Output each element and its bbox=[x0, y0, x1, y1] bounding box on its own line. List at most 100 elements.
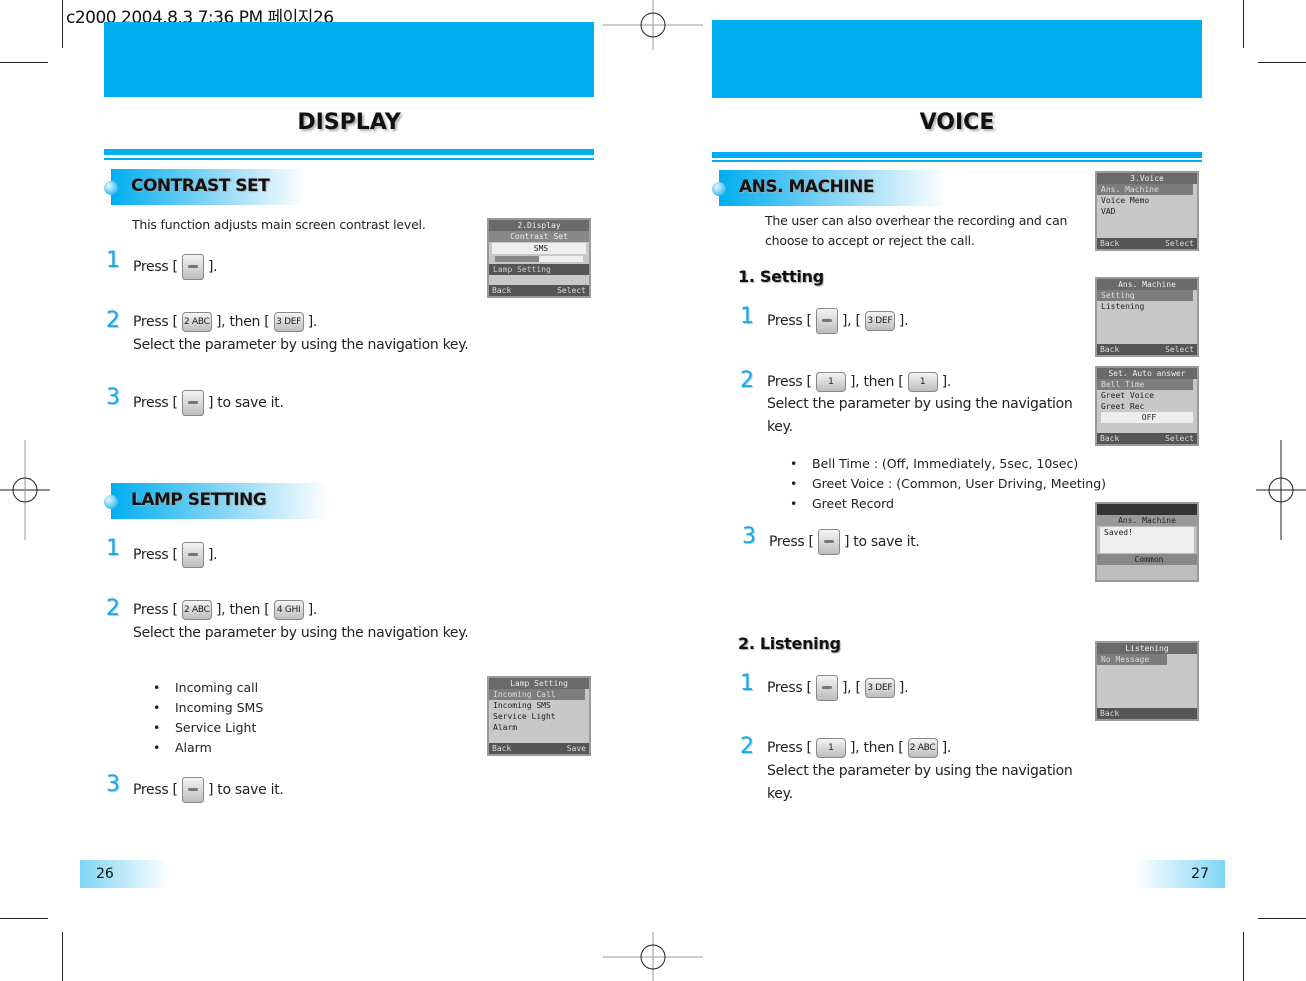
screen-right-soft: Select bbox=[1165, 239, 1194, 248]
phone-screen-lamp: Lamp Setting Incoming Call Incoming SMS … bbox=[487, 676, 591, 756]
crop-mark bbox=[62, 0, 63, 48]
key-2-abc-icon: 2 ABC bbox=[907, 738, 938, 758]
option-item: Greet Voice : (Common, User Driving, Mee… bbox=[790, 474, 1106, 494]
option-item: Incoming call bbox=[153, 678, 263, 698]
phone-screen-contrast: 2.Display Contrast Set SMS Lamp Setting … bbox=[487, 218, 591, 298]
screen-left-soft: Back bbox=[1100, 239, 1120, 248]
contrast-level-bar bbox=[495, 256, 583, 262]
step-2-detail: Select the parameter by using the naviga… bbox=[767, 763, 1073, 779]
section-heading-text: ANS. MACHINE bbox=[739, 177, 874, 197]
step-number: 2 bbox=[740, 734, 754, 759]
step-1-text: Press [ ]. bbox=[133, 254, 218, 280]
screen-value: SMS bbox=[492, 243, 586, 254]
option-item: Bell Time : (Off, Immediately, 5sec, 10s… bbox=[790, 454, 1106, 474]
step-number: 3 bbox=[106, 772, 120, 797]
screen-item: Lamp Setting bbox=[489, 264, 589, 275]
screen-right-soft: Select bbox=[1165, 434, 1194, 443]
option-item: Service Light bbox=[153, 718, 263, 738]
bullet-ball-icon bbox=[712, 182, 726, 196]
crop-mark bbox=[1243, 932, 1244, 981]
step-number: 1 bbox=[106, 536, 120, 561]
crop-mark bbox=[1258, 62, 1306, 63]
option-item: Greet Record bbox=[790, 494, 1106, 514]
section-description: This function adjusts main screen contra… bbox=[132, 217, 426, 232]
step-text: ]. bbox=[898, 313, 909, 329]
subheading-setting: 1. Setting bbox=[738, 267, 824, 286]
step-2-text: Press [ 2 ABC ], then [ 4 GHI ]. bbox=[133, 600, 317, 620]
screen-right-soft: Select bbox=[557, 286, 586, 295]
step-number: 3 bbox=[106, 385, 120, 410]
step-2-detail: Select the parameter by using the naviga… bbox=[767, 396, 1073, 412]
key-4-ghi-icon: 4 GHI bbox=[273, 600, 304, 620]
bullet-ball-icon bbox=[104, 181, 118, 195]
step-text: ]. bbox=[941, 740, 952, 756]
screen-item: Service Light bbox=[493, 712, 556, 721]
step-2-text: Press [ 2 ABC ], then [ 3 DEF ]. bbox=[133, 312, 317, 332]
step-text: Press [ bbox=[133, 602, 178, 618]
step-2-detail: key. bbox=[767, 419, 793, 435]
screen-title: 2.Display bbox=[489, 220, 589, 231]
screen-title: Ans. Machine bbox=[1097, 279, 1197, 290]
step-text: ] to save it. bbox=[207, 395, 284, 411]
screen-left-soft: Back bbox=[492, 744, 512, 753]
step-2-detail: Select the parameter by using the naviga… bbox=[133, 337, 469, 353]
title-rule bbox=[104, 158, 594, 160]
registration-mark-top bbox=[603, 0, 703, 50]
screen-title: Lamp Setting bbox=[489, 678, 589, 689]
step-text: Press [ bbox=[767, 740, 812, 756]
step-text: Press [ bbox=[133, 259, 178, 275]
step-number: 1 bbox=[740, 304, 754, 329]
screen-item: Greet Voice bbox=[1101, 391, 1154, 400]
screen-item: Incoming SMS bbox=[493, 701, 551, 710]
key-1-icon: 1 bbox=[815, 372, 846, 392]
screen-item: Alarm bbox=[493, 723, 518, 732]
step-text: Press [ bbox=[133, 395, 178, 411]
section-heading-ans-machine: ANS. MACHINE bbox=[719, 170, 947, 206]
step-text: Press [ bbox=[767, 313, 812, 329]
screen-item: Voice Memo bbox=[1101, 196, 1150, 205]
screen-item: Incoming Call bbox=[489, 689, 585, 700]
setting-step-2-text: Press [ 1 ], then [ 1 ]. bbox=[767, 372, 951, 392]
soft-key-icon bbox=[817, 529, 840, 555]
lamp-options-list: Incoming call Incoming SMS Service Light… bbox=[153, 678, 263, 758]
screen-softkeys: Back Select bbox=[1097, 433, 1197, 444]
section-heading-text: LAMP SETTING bbox=[131, 490, 267, 510]
screen-softkeys: Back bbox=[1097, 708, 1197, 719]
page-number-right: 27 bbox=[1135, 860, 1225, 888]
section-heading-text: CONTRAST SET bbox=[131, 176, 270, 196]
step-text: Press [ bbox=[133, 314, 178, 330]
registration-mark-left bbox=[0, 440, 50, 540]
screen-item: Ans. Machine bbox=[1097, 184, 1193, 195]
step-3-text: Press [ ] to save it. bbox=[133, 777, 284, 803]
crop-mark bbox=[1243, 0, 1244, 48]
soft-key-icon bbox=[181, 254, 204, 280]
key-1-icon: 1 bbox=[815, 738, 846, 758]
screen-item: Greet Rec bbox=[1101, 402, 1145, 411]
key-2-abc-icon: 2 ABC bbox=[181, 312, 212, 332]
section-description: choose to accept or reject the call. bbox=[765, 233, 975, 248]
soft-key-icon bbox=[181, 542, 204, 568]
screen-title-bar bbox=[1097, 504, 1197, 515]
section-description: The user can also overhear the recording… bbox=[765, 213, 1068, 228]
step-text: ], then [ bbox=[849, 374, 904, 390]
step-number: 2 bbox=[106, 596, 120, 621]
step-text: ], then [ bbox=[215, 314, 270, 330]
header-bar-right bbox=[712, 20, 1202, 98]
step-text: Press [ bbox=[769, 534, 814, 550]
step-text: ] to save it. bbox=[843, 534, 920, 550]
step-text: Press [ bbox=[133, 547, 178, 563]
step-1-text: Press [ ]. bbox=[133, 542, 218, 568]
key-3-def-icon: 3 DEF bbox=[864, 311, 895, 331]
subheading-listening: 2. Listening bbox=[738, 634, 841, 653]
screen-value: OFF bbox=[1101, 412, 1193, 423]
step-text: ]. bbox=[207, 547, 218, 563]
title-rule bbox=[712, 152, 1202, 158]
screen-left-soft: Back bbox=[1100, 345, 1120, 354]
screen-title: Listening bbox=[1097, 643, 1197, 654]
setting-options-list: Bell Time : (Off, Immediately, 5sec, 10s… bbox=[790, 454, 1106, 514]
key-2-abc-icon: 2 ABC bbox=[181, 600, 212, 620]
step-number: 1 bbox=[740, 671, 754, 696]
crop-mark bbox=[0, 918, 48, 919]
bullet-ball-icon bbox=[104, 495, 118, 509]
phone-screen-auto-answer: Set. Auto answer Bell Time Greet Voice G… bbox=[1095, 366, 1199, 446]
